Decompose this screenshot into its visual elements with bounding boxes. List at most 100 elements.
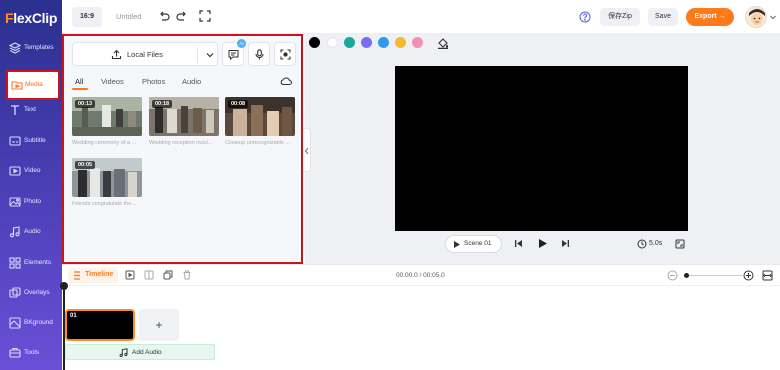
color-swatch-white[interactable] — [327, 37, 338, 48]
sidebar-item-video[interactable]: Video — [0, 158, 62, 188]
export-button[interactable]: Export → — [686, 8, 734, 26]
cloud-icon[interactable] — [280, 76, 292, 86]
text-icon — [11, 105, 19, 115]
scene-duration[interactable]: 5.0s — [649, 240, 662, 247]
zoom-slider-track[interactable] — [684, 275, 742, 276]
collapse-panel-handle[interactable] — [303, 128, 311, 172]
avatar[interactable] — [745, 6, 767, 28]
sidebar-item-templates[interactable]: Templates — [0, 35, 62, 65]
media-thumbnail[interactable]: 00:18 — [149, 97, 219, 136]
media-panel: Local Files AI All Videos Photos Audio 0… — [62, 34, 303, 264]
paint-bucket-icon[interactable] — [437, 37, 449, 49]
subtitle-icon — [9, 136, 21, 146]
top-bar: 16:9 Untitled 保存Zip Save Export → — [62, 0, 780, 34]
media-caption: Wedding ceremony of a ... — [72, 140, 137, 146]
active-tab-indicator — [72, 88, 88, 90]
fullscreen-icon[interactable] — [199, 10, 211, 22]
scene-clip[interactable]: 01 — [65, 309, 135, 341]
user-avatar-icon — [746, 7, 766, 27]
chat-bubble-icon — [228, 50, 239, 60]
media-icon — [11, 81, 23, 90]
audio-icon — [9, 226, 20, 238]
templates-icon — [9, 42, 21, 54]
tab-photos[interactable]: Photos — [142, 77, 165, 86]
aspect-ratio-button[interactable]: 16:9 — [72, 7, 102, 27]
duplicate-frame-icon[interactable] — [144, 270, 154, 280]
save-zip-button[interactable]: 保存Zip — [600, 8, 640, 26]
overlays-icon — [9, 287, 21, 298]
music-note-icon — [119, 348, 128, 357]
duration-badge: 00:13 — [75, 100, 96, 108]
color-swatch-teal[interactable] — [344, 37, 355, 48]
sidebar-item-tools[interactable]: Tools — [0, 340, 62, 370]
photo-icon — [9, 197, 21, 207]
tab-all[interactable]: All — [75, 77, 83, 86]
sidebar: FlexClip Templates Media Text Subtitle V… — [0, 0, 62, 370]
clock-icon — [637, 239, 647, 249]
media-thumbnail[interactable]: 00:13 — [72, 97, 142, 136]
media-thumbnail[interactable]: 00:08 — [225, 97, 295, 136]
video-preview-canvas[interactable] — [395, 66, 688, 231]
playhead-handle[interactable] — [60, 282, 68, 290]
help-icon[interactable] — [579, 11, 591, 23]
skip-forward-icon[interactable] — [560, 238, 571, 249]
sidebar-item-media[interactable]: Media — [6, 70, 60, 100]
sidebar-item-subtitle[interactable]: Subtitle — [0, 128, 62, 158]
fit-timeline-icon[interactable] — [762, 270, 773, 281]
zoom-slider-handle[interactable] — [684, 273, 689, 278]
timeline-toolbar: Timeline 00:00.0 / 00:05.0 — [62, 264, 780, 286]
media-thumbnail[interactable]: 00:05 — [72, 158, 142, 197]
duration-badge: 00:18 — [152, 100, 173, 108]
color-swatch-yellow[interactable] — [395, 37, 406, 48]
elements-icon — [9, 257, 21, 269]
zoom-out-icon[interactable] — [667, 270, 678, 281]
copy-icon[interactable] — [163, 270, 173, 280]
record-audio-button[interactable] — [248, 42, 270, 66]
duration-badge: 00:05 — [75, 161, 96, 169]
tab-audio[interactable]: Audio — [182, 77, 201, 86]
add-scene-button[interactable]: + — [139, 309, 179, 341]
sidebar-item-audio[interactable]: Audio — [0, 219, 62, 249]
duration-badge: 00:08 — [228, 100, 249, 108]
media-caption: Closeup unrecognizable ... — [225, 140, 291, 146]
flexclip-logo[interactable]: FlexClip — [5, 10, 57, 26]
save-button[interactable]: Save — [648, 8, 678, 26]
timeline-toggle-button[interactable]: Timeline — [68, 268, 118, 283]
divider — [197, 47, 198, 63]
trash-icon[interactable] — [182, 270, 192, 280]
media-caption: Friends congratulate the... — [72, 201, 136, 207]
redo-icon[interactable] — [176, 10, 188, 22]
preview-fullscreen-icon[interactable] — [675, 239, 685, 249]
tab-videos[interactable]: Videos — [101, 77, 124, 86]
split-clip-icon[interactable] — [125, 270, 135, 280]
timeline-icon — [74, 271, 80, 280]
zoom-in-icon[interactable] — [743, 270, 754, 281]
color-swatch-blue[interactable] — [378, 37, 389, 48]
microphone-icon — [255, 49, 264, 60]
screen-record-button[interactable] — [274, 42, 296, 66]
sidebar-item-background[interactable]: BKground — [0, 310, 62, 340]
sidebar-item-photo[interactable]: Photo — [0, 189, 62, 219]
chevron-down-icon[interactable] — [205, 50, 215, 60]
chevron-down-icon[interactable] — [769, 13, 777, 21]
sidebar-item-text[interactable]: Text — [0, 97, 62, 127]
tools-icon — [9, 347, 21, 358]
local-files-button[interactable]: Local Files — [72, 42, 218, 66]
undo-icon[interactable] — [158, 10, 170, 22]
time-readout: 00:00.0 / 00:05.0 — [396, 272, 445, 279]
scene-selector[interactable]: Scene 01 — [445, 235, 502, 253]
subtitle-tool-button[interactable]: AI — [222, 39, 246, 66]
skip-back-icon[interactable] — [513, 238, 524, 249]
color-swatch-pink[interactable] — [412, 37, 423, 48]
sidebar-item-overlays[interactable]: Overlays — [0, 280, 62, 310]
ai-badge: AI — [237, 39, 246, 48]
chevron-left-icon — [304, 147, 309, 155]
add-audio-button[interactable]: Add Audio — [65, 344, 215, 360]
project-title[interactable]: Untitled — [116, 12, 141, 21]
play-pause-icon[interactable] — [537, 238, 548, 249]
color-swatch-purple[interactable] — [361, 37, 372, 48]
clip-number: 01 — [70, 313, 77, 319]
sidebar-item-elements[interactable]: Elements — [0, 250, 62, 280]
color-swatch-black[interactable] — [309, 37, 320, 48]
player-controls: Scene 01 5.0s — [305, 234, 780, 254]
